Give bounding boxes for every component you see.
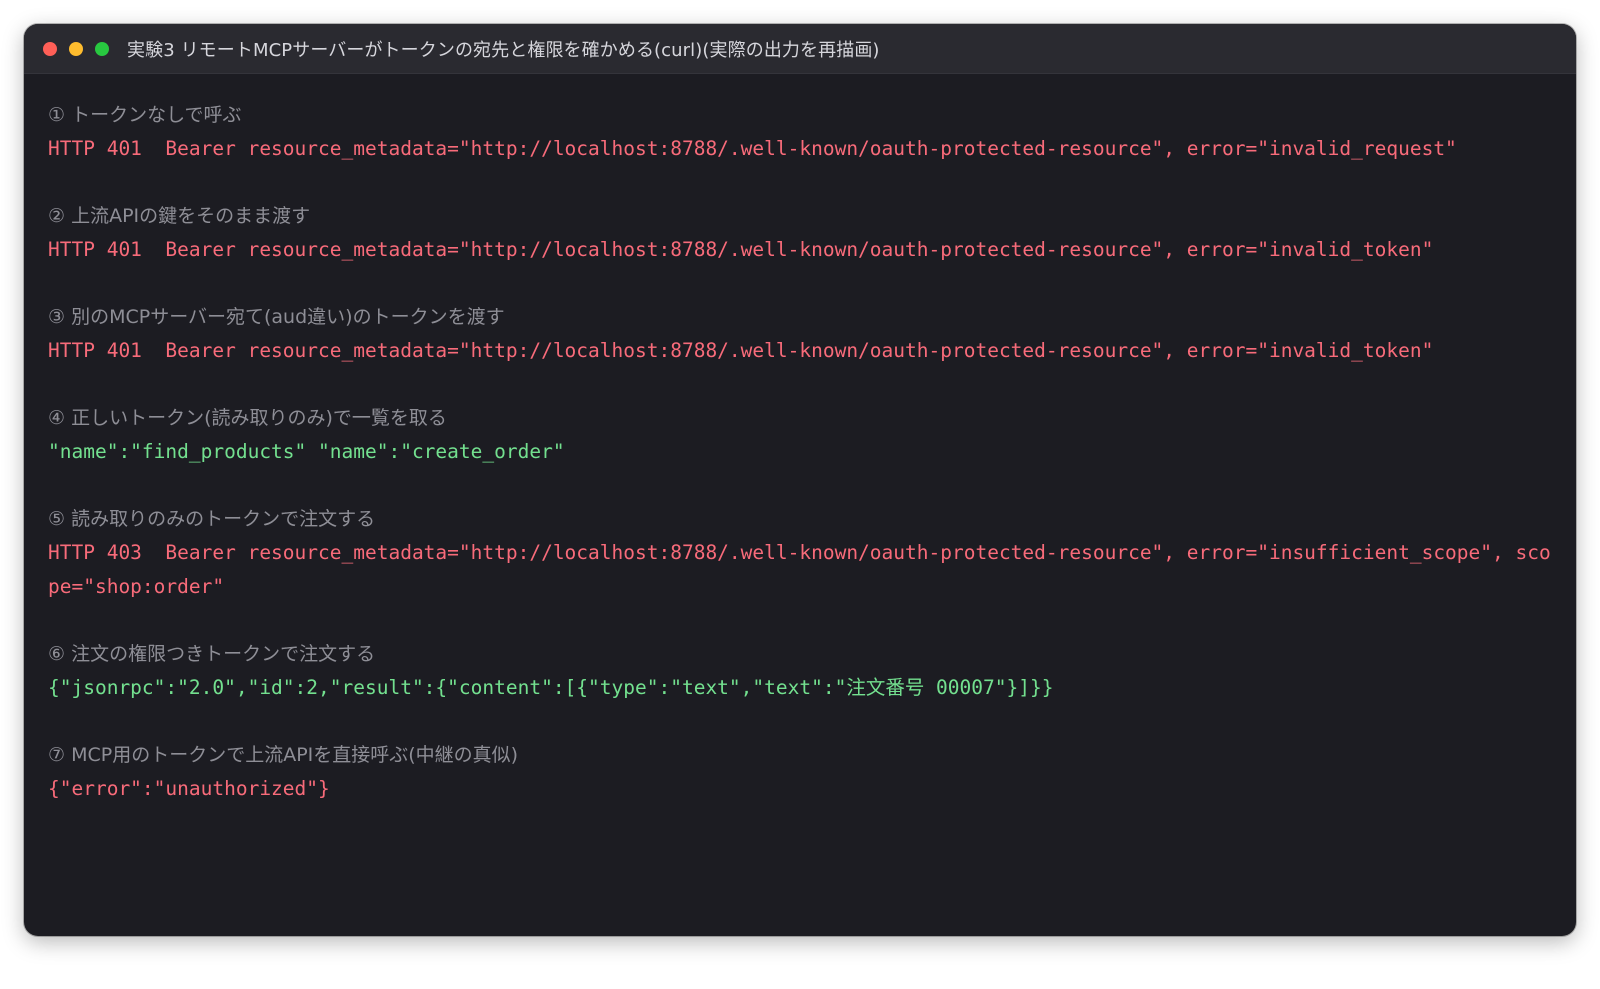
- step-block: ⑦ MCP用のトークンで上流APIを直接呼ぶ(中継の真似) {"error":"…: [48, 738, 1558, 806]
- step-output: HTTP 401 Bearer resource_metadata="http:…: [48, 238, 1434, 261]
- step-output: "name":"find_products" "name":"create_or…: [48, 440, 565, 463]
- step-label: ⑥ 注文の権限つきトークンで注文する: [48, 643, 376, 665]
- terminal-window: 実験3 リモートMCPサーバーがトークンの宛先と権限を確かめる(curl)(実際…: [24, 24, 1576, 936]
- step-label: ② 上流APIの鍵をそのまま渡す: [48, 205, 311, 227]
- step-block: ④ 正しいトークン(読み取りのみ)で一覧を取る "name":"find_pro…: [48, 401, 1558, 469]
- step-block: ⑥ 注文の権限つきトークンで注文する {"jsonrpc":"2.0","id"…: [48, 637, 1558, 705]
- step-block: ② 上流APIの鍵をそのまま渡す HTTP 401 Bearer resourc…: [48, 199, 1558, 267]
- step-block: ① トークンなしで呼ぶ HTTP 401 Bearer resource_met…: [48, 98, 1558, 166]
- step-output: HTTP 401 Bearer resource_metadata="http:…: [48, 339, 1434, 362]
- step-block: ③ 別のMCPサーバー宛て(aud違い)のトークンを渡す HTTP 401 Be…: [48, 300, 1558, 368]
- step-label: ⑦ MCP用のトークンで上流APIを直接呼ぶ(中継の真似): [48, 744, 519, 766]
- maximize-window-button[interactable]: [95, 41, 109, 56]
- step-label: ③ 別のMCPサーバー宛て(aud違い)のトークンを渡す: [48, 306, 505, 328]
- window-title: 実験3 リモートMCPサーバーがトークンの宛先と権限を確かめる(curl)(実際…: [127, 39, 880, 61]
- step-label: ⑤ 読み取りのみのトークンで注文する: [48, 508, 376, 530]
- minimize-window-button[interactable]: [69, 41, 83, 56]
- step-block: ⑤ 読み取りのみのトークンで注文する HTTP 403 Bearer resou…: [48, 502, 1558, 604]
- step-output: HTTP 403 Bearer resource_metadata="http:…: [48, 541, 1551, 598]
- terminal-output: ① トークンなしで呼ぶ HTTP 401 Bearer resource_met…: [48, 98, 1558, 806]
- step-output: {"jsonrpc":"2.0","id":2,"result":{"conte…: [48, 676, 1054, 699]
- close-window-button[interactable]: [43, 41, 57, 56]
- step-label: ① トークンなしで呼ぶ: [48, 104, 242, 126]
- step-output: HTTP 401 Bearer resource_metadata="http:…: [48, 137, 1457, 160]
- window-titlebar: 実験3 リモートMCPサーバーがトークンの宛先と権限を確かめる(curl)(実際…: [24, 24, 1576, 74]
- step-output: {"error":"unauthorized"}: [48, 777, 330, 800]
- step-label: ④ 正しいトークン(読み取りのみ)で一覧を取る: [48, 407, 447, 429]
